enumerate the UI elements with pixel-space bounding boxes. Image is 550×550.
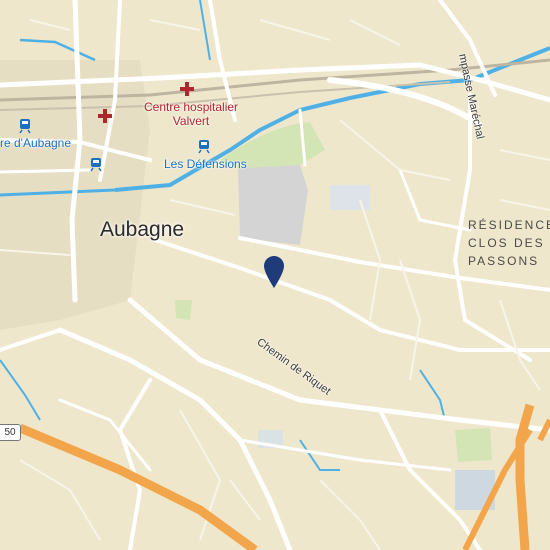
route-shield: 50: [0, 424, 21, 441]
hospital-cross-icon-2[interactable]: [98, 109, 112, 123]
district-label-line3: PASSONS: [468, 254, 540, 268]
location-pin-icon[interactable]: [264, 256, 284, 288]
hospital-label-line2: Valvert: [172, 114, 210, 128]
tram-stop-icon[interactable]: [90, 156, 102, 172]
tram-stop-label[interactable]: Les Défensions: [164, 157, 247, 171]
hospital-label[interactable]: Centre hospitalier Valvert: [144, 100, 238, 128]
city-label: Aubagne: [100, 218, 185, 241]
motorway-a50: [18, 423, 258, 550]
district-label-line2: CLOS DES: [468, 236, 545, 250]
tram-stop-icon-2[interactable]: [198, 138, 210, 154]
district-label: RÉSIDENCE CLOS DES PASSONS: [468, 216, 550, 270]
hospital-label-line1: Centre hospitalier: [144, 100, 239, 114]
train-station-icon[interactable]: [19, 118, 31, 134]
district-label-line1: RÉSIDENCE: [468, 218, 550, 232]
hospital-cross-icon[interactable]: [180, 82, 194, 96]
map-canvas[interactable]: Aubagne Centre hospitalier Valvert Les D…: [0, 0, 550, 550]
parking-area: [238, 165, 308, 245]
station-label[interactable]: re d'Aubagne: [0, 136, 71, 150]
